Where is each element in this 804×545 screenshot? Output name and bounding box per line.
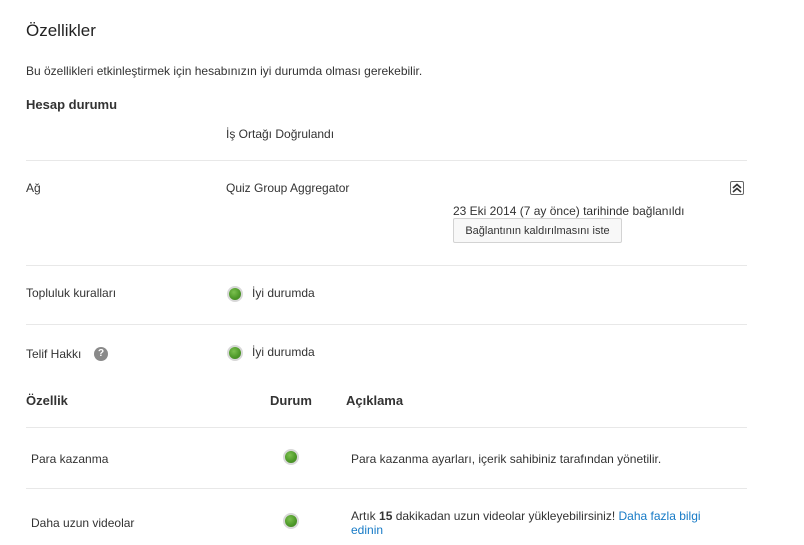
network-connected-date: 23 Eki 2014 (7 ay önce) tarihinde bağlan… [453,204,685,218]
status-good-icon [283,449,299,465]
copyright-label: Telif Hakkı [26,347,82,361]
divider [26,324,747,325]
request-unlink-button[interactable]: Bağlantının kaldırılmasını iste [453,218,622,243]
feature-name-monetization: Para kazanma [31,452,109,466]
status-good-icon [283,513,299,529]
description-minutes: 15 [379,509,393,523]
divider [26,265,747,266]
account-status-heading: Hesap durumu [26,97,118,112]
divider [26,488,747,489]
account-status-value: İş Ortağı Doğrulandı [226,127,335,141]
double-chevron-up-icon [732,183,742,193]
community-guidelines-status: İyi durumda [252,286,315,300]
status-good-icon [227,345,243,361]
network-label: Ağ [26,181,41,195]
description-text: dakikadan uzun videolar yükleyebilirsini… [392,509,619,523]
network-name: Quiz Group Aggregator [226,181,350,195]
page-subtitle: Bu özellikleri etkinleştirmek için hesab… [26,64,423,78]
description-text: Artık [351,509,380,523]
page-title: Özellikler [26,21,96,40]
learn-more-link[interactable]: Daha fazla bilgi [619,509,701,523]
learn-more-link[interactable]: edinin [351,523,383,537]
feature-name-longer-videos: Daha uzun videolar [31,516,135,530]
help-icon[interactable]: ? [94,347,108,361]
community-guidelines-label: Topluluk kuralları [26,286,117,300]
column-header-status: Durum [270,393,312,408]
collapse-icon[interactable] [730,181,744,195]
column-header-feature: Özellik [26,393,68,408]
column-header-description: Açıklama [346,393,404,408]
feature-description-monetization: Para kazanma ayarları, içerik sahibiniz … [351,452,662,466]
divider [26,160,747,161]
divider [26,427,747,428]
copyright-status: İyi durumda [252,345,315,359]
feature-description-longer-videos: Artık 15 dakikadan uzun videolar yükleye… [351,509,701,537]
status-good-icon [227,286,243,302]
